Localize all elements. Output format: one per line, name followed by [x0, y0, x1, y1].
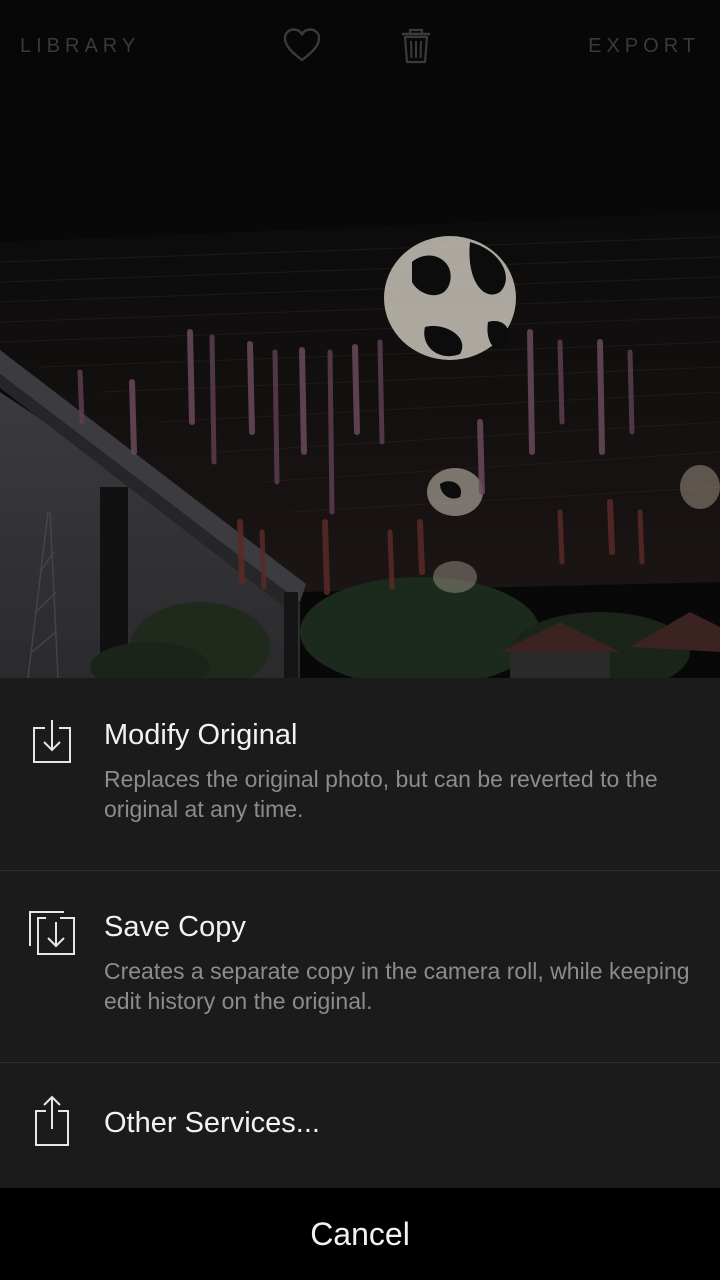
- save-copy-title: Save Copy: [104, 911, 246, 943]
- heart-icon[interactable]: [282, 26, 322, 66]
- trash-icon[interactable]: [396, 26, 436, 66]
- photo-preview: [0, 92, 720, 678]
- export-screen: LIBRARY EXPORT Modify Original Replaces …: [0, 0, 720, 1280]
- save-to-device-icon: [26, 716, 78, 768]
- save-copy-option[interactable]: Save Copy Creates a separate copy in the…: [0, 871, 720, 1062]
- library-button[interactable]: LIBRARY: [20, 34, 140, 58]
- top-toolbar: LIBRARY EXPORT: [0, 0, 720, 92]
- modify-original-description: Replaces the original photo, but can be …: [104, 766, 658, 822]
- save-copy-icon: [26, 906, 78, 958]
- cancel-label: Cancel: [310, 1216, 410, 1252]
- other-services-option[interactable]: Other Services...: [0, 1063, 720, 1188]
- modify-original-title: Modify Original: [104, 719, 298, 751]
- other-services-title: Other Services...: [104, 1107, 320, 1139]
- cancel-button[interactable]: Cancel: [0, 1188, 720, 1280]
- export-action-sheet: Modify Original Replaces the original ph…: [0, 678, 720, 1188]
- export-button[interactable]: EXPORT: [588, 34, 700, 58]
- share-icon: [26, 1095, 78, 1147]
- modify-original-option[interactable]: Modify Original Replaces the original ph…: [0, 678, 720, 870]
- save-copy-description: Creates a separate copy in the camera ro…: [104, 958, 690, 1014]
